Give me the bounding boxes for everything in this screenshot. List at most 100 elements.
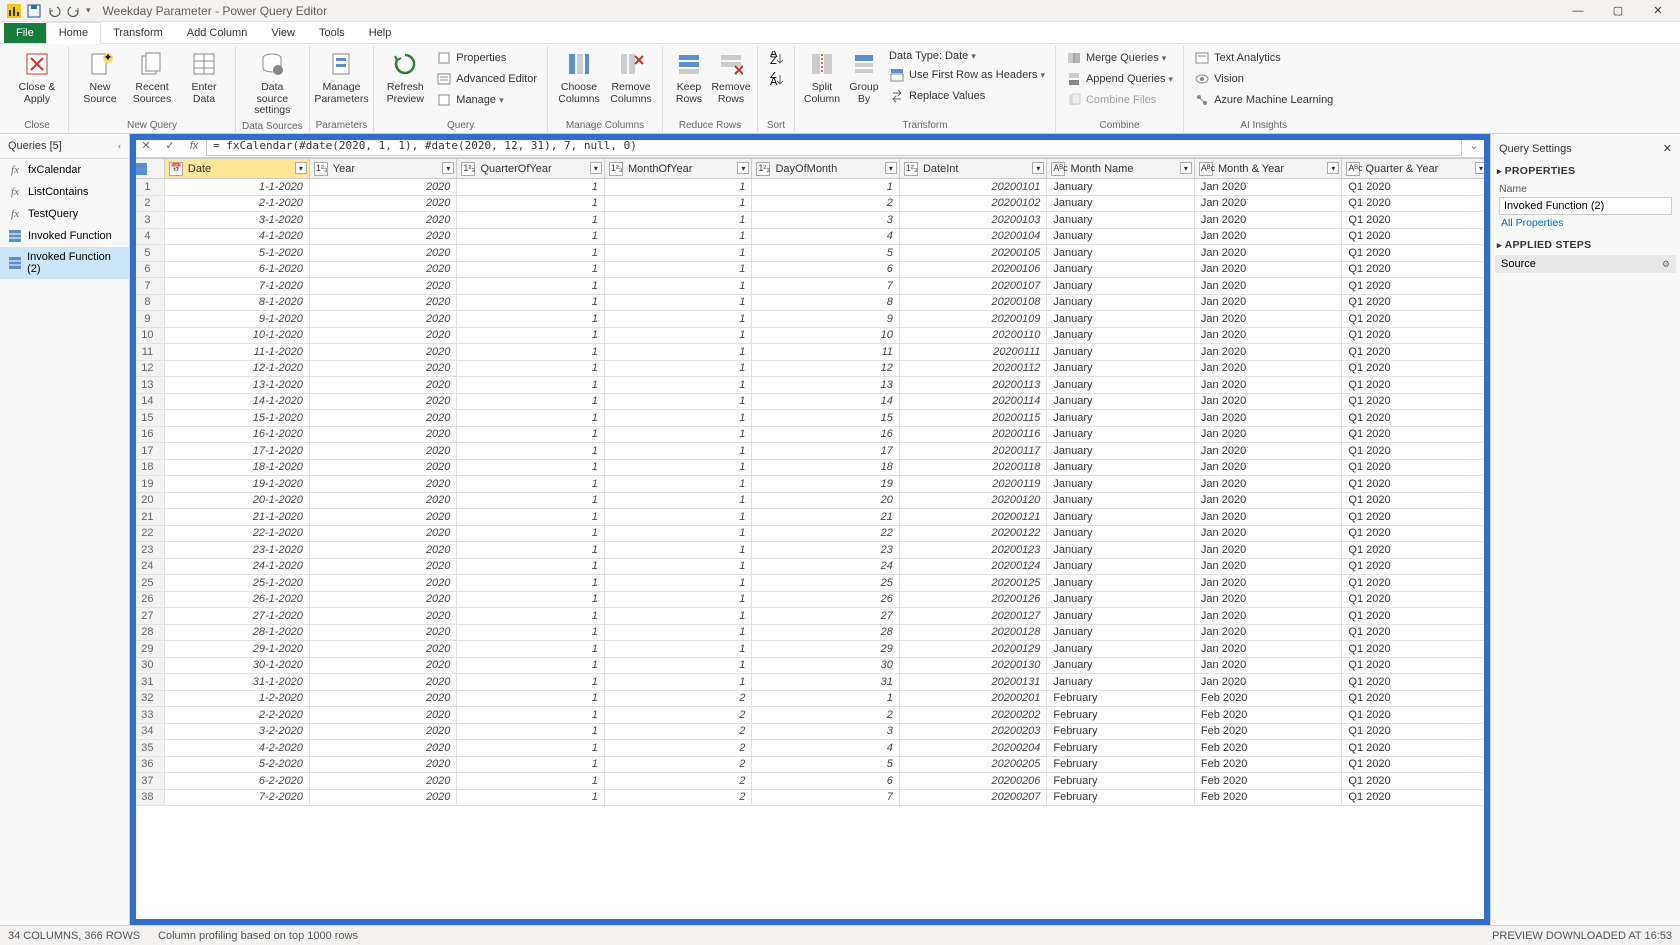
table-cell[interactable]: 3 — [752, 212, 900, 229]
table-cell[interactable]: 20 — [752, 492, 900, 509]
table-cell[interactable]: Q1 2020 — [1342, 492, 1490, 509]
table-cell[interactable]: 1 — [457, 542, 605, 559]
column-header[interactable]: Aᴮc Month & Year▾ — [1194, 159, 1342, 179]
table-cell[interactable]: 18-1-2020 — [164, 459, 309, 476]
table-cell[interactable]: 20200115 — [899, 410, 1047, 427]
table-cell[interactable]: Jan 2020 — [1194, 393, 1342, 410]
rownum-cell[interactable]: 16 — [131, 426, 165, 443]
table-cell[interactable]: Q1 2020 — [1342, 195, 1490, 212]
datatype-icon[interactable]: 1²₃ — [461, 162, 475, 176]
rownum-cell[interactable]: 24 — [131, 558, 165, 575]
table-row[interactable]: 321-2-2020202012120200201FebruaryFeb 202… — [131, 690, 1490, 707]
table-cell[interactable]: 2020 — [309, 179, 457, 196]
table-cell[interactable]: 20200119 — [899, 476, 1047, 493]
table-cell[interactable]: 2020 — [309, 393, 457, 410]
table-cell[interactable]: 1 — [752, 690, 900, 707]
rownum-cell[interactable]: 12 — [131, 360, 165, 377]
table-cell[interactable]: 1 — [604, 179, 752, 196]
rownum-cell[interactable]: 26 — [131, 591, 165, 608]
table-cell[interactable]: Q1 2020 — [1342, 525, 1490, 542]
maximize-button[interactable]: ▢ — [1598, 0, 1638, 22]
table-cell[interactable]: 1 — [457, 525, 605, 542]
table-cell[interactable]: 2 — [604, 723, 752, 740]
table-cell[interactable]: 12-1-2020 — [164, 360, 309, 377]
table-cell[interactable]: 29-1-2020 — [164, 641, 309, 658]
table-cell[interactable]: 1 — [457, 344, 605, 361]
table-cell[interactable]: 20200206 — [899, 773, 1047, 790]
rownum-cell[interactable]: 10 — [131, 327, 165, 344]
table-cell[interactable]: 1 — [604, 674, 752, 691]
table-row[interactable]: 1313-1-20202020111320200113JanuaryJan 20… — [131, 377, 1490, 394]
table-cell[interactable]: 13 — [752, 377, 900, 394]
datatype-icon[interactable]: 1²₃ — [609, 162, 623, 176]
table-cell[interactable]: 2020 — [309, 509, 457, 526]
table-cell[interactable]: 27 — [752, 608, 900, 625]
table-cell[interactable]: 17-1-2020 — [164, 443, 309, 460]
table-cell[interactable]: 1 — [604, 426, 752, 443]
rownum-cell[interactable]: 11 — [131, 344, 165, 361]
table-cell[interactable]: 20200106 — [899, 261, 1047, 278]
query-item[interactable]: Invoked Function — [0, 225, 129, 247]
data-type-button[interactable]: Data Type: Date ▾ — [885, 48, 1049, 64]
table-cell[interactable]: 7-1-2020 — [164, 278, 309, 295]
rownum-cell[interactable]: 37 — [131, 773, 165, 790]
table-cell[interactable]: 23 — [752, 542, 900, 559]
table-cell[interactable]: 1 — [604, 591, 752, 608]
table-cell[interactable]: January — [1047, 591, 1195, 608]
rownum-cell[interactable]: 5 — [131, 245, 165, 262]
table-cell[interactable]: Feb 2020 — [1194, 740, 1342, 757]
table-cell[interactable]: 1 — [604, 525, 752, 542]
table-cell[interactable]: 2020 — [309, 657, 457, 674]
table-cell[interactable]: 20200103 — [899, 212, 1047, 229]
rownum-cell[interactable]: 17 — [131, 443, 165, 460]
rownum-cell[interactable]: 14 — [131, 393, 165, 410]
table-cell[interactable]: January — [1047, 212, 1195, 229]
table-cell[interactable]: 4 — [752, 740, 900, 757]
table-cell[interactable]: Jan 2020 — [1194, 657, 1342, 674]
table-cell[interactable]: 1 — [604, 294, 752, 311]
table-cell[interactable]: 1 — [457, 195, 605, 212]
table-cell[interactable]: 20200126 — [899, 591, 1047, 608]
close-window-button[interactable]: ✕ — [1638, 0, 1678, 22]
table-cell[interactable]: 1 — [457, 327, 605, 344]
table-cell[interactable]: Jan 2020 — [1194, 195, 1342, 212]
rownum-cell[interactable]: 18 — [131, 459, 165, 476]
table-row[interactable]: 1616-1-20202020111620200116JanuaryJan 20… — [131, 426, 1490, 443]
rownum-cell[interactable]: 33 — [131, 707, 165, 724]
table-cell[interactable]: 2-2-2020 — [164, 707, 309, 724]
table-cell[interactable]: 2 — [604, 690, 752, 707]
rownum-cell[interactable]: 3 — [131, 212, 165, 229]
table-cell[interactable]: 1 — [457, 261, 605, 278]
data-grid[interactable]: 📅 Date▾1²₃ Year▾1²₃ QuarterOfYear▾1²₃ Mo… — [130, 158, 1490, 925]
table-row[interactable]: 354-2-2020202012420200204FebruaryFeb 202… — [131, 740, 1490, 757]
table-cell[interactable]: 7-2-2020 — [164, 789, 309, 806]
table-cell[interactable]: 1 — [604, 608, 752, 625]
table-cell[interactable]: 2020 — [309, 690, 457, 707]
datatype-icon[interactable]: 📅 — [169, 162, 183, 176]
table-cell[interactable]: January — [1047, 278, 1195, 295]
table-cell[interactable]: 24 — [752, 558, 900, 575]
table-cell[interactable]: 2020 — [309, 459, 457, 476]
table-cell[interactable]: 1-1-2020 — [164, 179, 309, 196]
table-cell[interactable]: 12 — [752, 360, 900, 377]
table-cell[interactable]: 20200109 — [899, 311, 1047, 328]
table-cell[interactable]: 1 — [457, 641, 605, 658]
table-cell[interactable]: Q1 2020 — [1342, 294, 1490, 311]
table-cell[interactable]: 1 — [604, 476, 752, 493]
table-cell[interactable]: 1 — [457, 608, 605, 625]
table-cell[interactable]: 31-1-2020 — [164, 674, 309, 691]
table-cell[interactable]: 2020 — [309, 789, 457, 806]
table-cell[interactable]: 2020 — [309, 261, 457, 278]
table-cell[interactable]: January — [1047, 410, 1195, 427]
table-cell[interactable]: 2020 — [309, 740, 457, 757]
table-cell[interactable]: 5-1-2020 — [164, 245, 309, 262]
table-cell[interactable]: 21 — [752, 509, 900, 526]
table-cell[interactable]: Q1 2020 — [1342, 360, 1490, 377]
table-cell[interactable]: 1 — [457, 311, 605, 328]
table-cell[interactable]: 20200120 — [899, 492, 1047, 509]
rownum-cell[interactable]: 32 — [131, 690, 165, 707]
rownum-cell[interactable]: 20 — [131, 492, 165, 509]
remove-rows-button[interactable]: Remove Rows — [711, 46, 751, 107]
table-cell[interactable]: February — [1047, 707, 1195, 724]
table-cell[interactable]: 2020 — [309, 707, 457, 724]
